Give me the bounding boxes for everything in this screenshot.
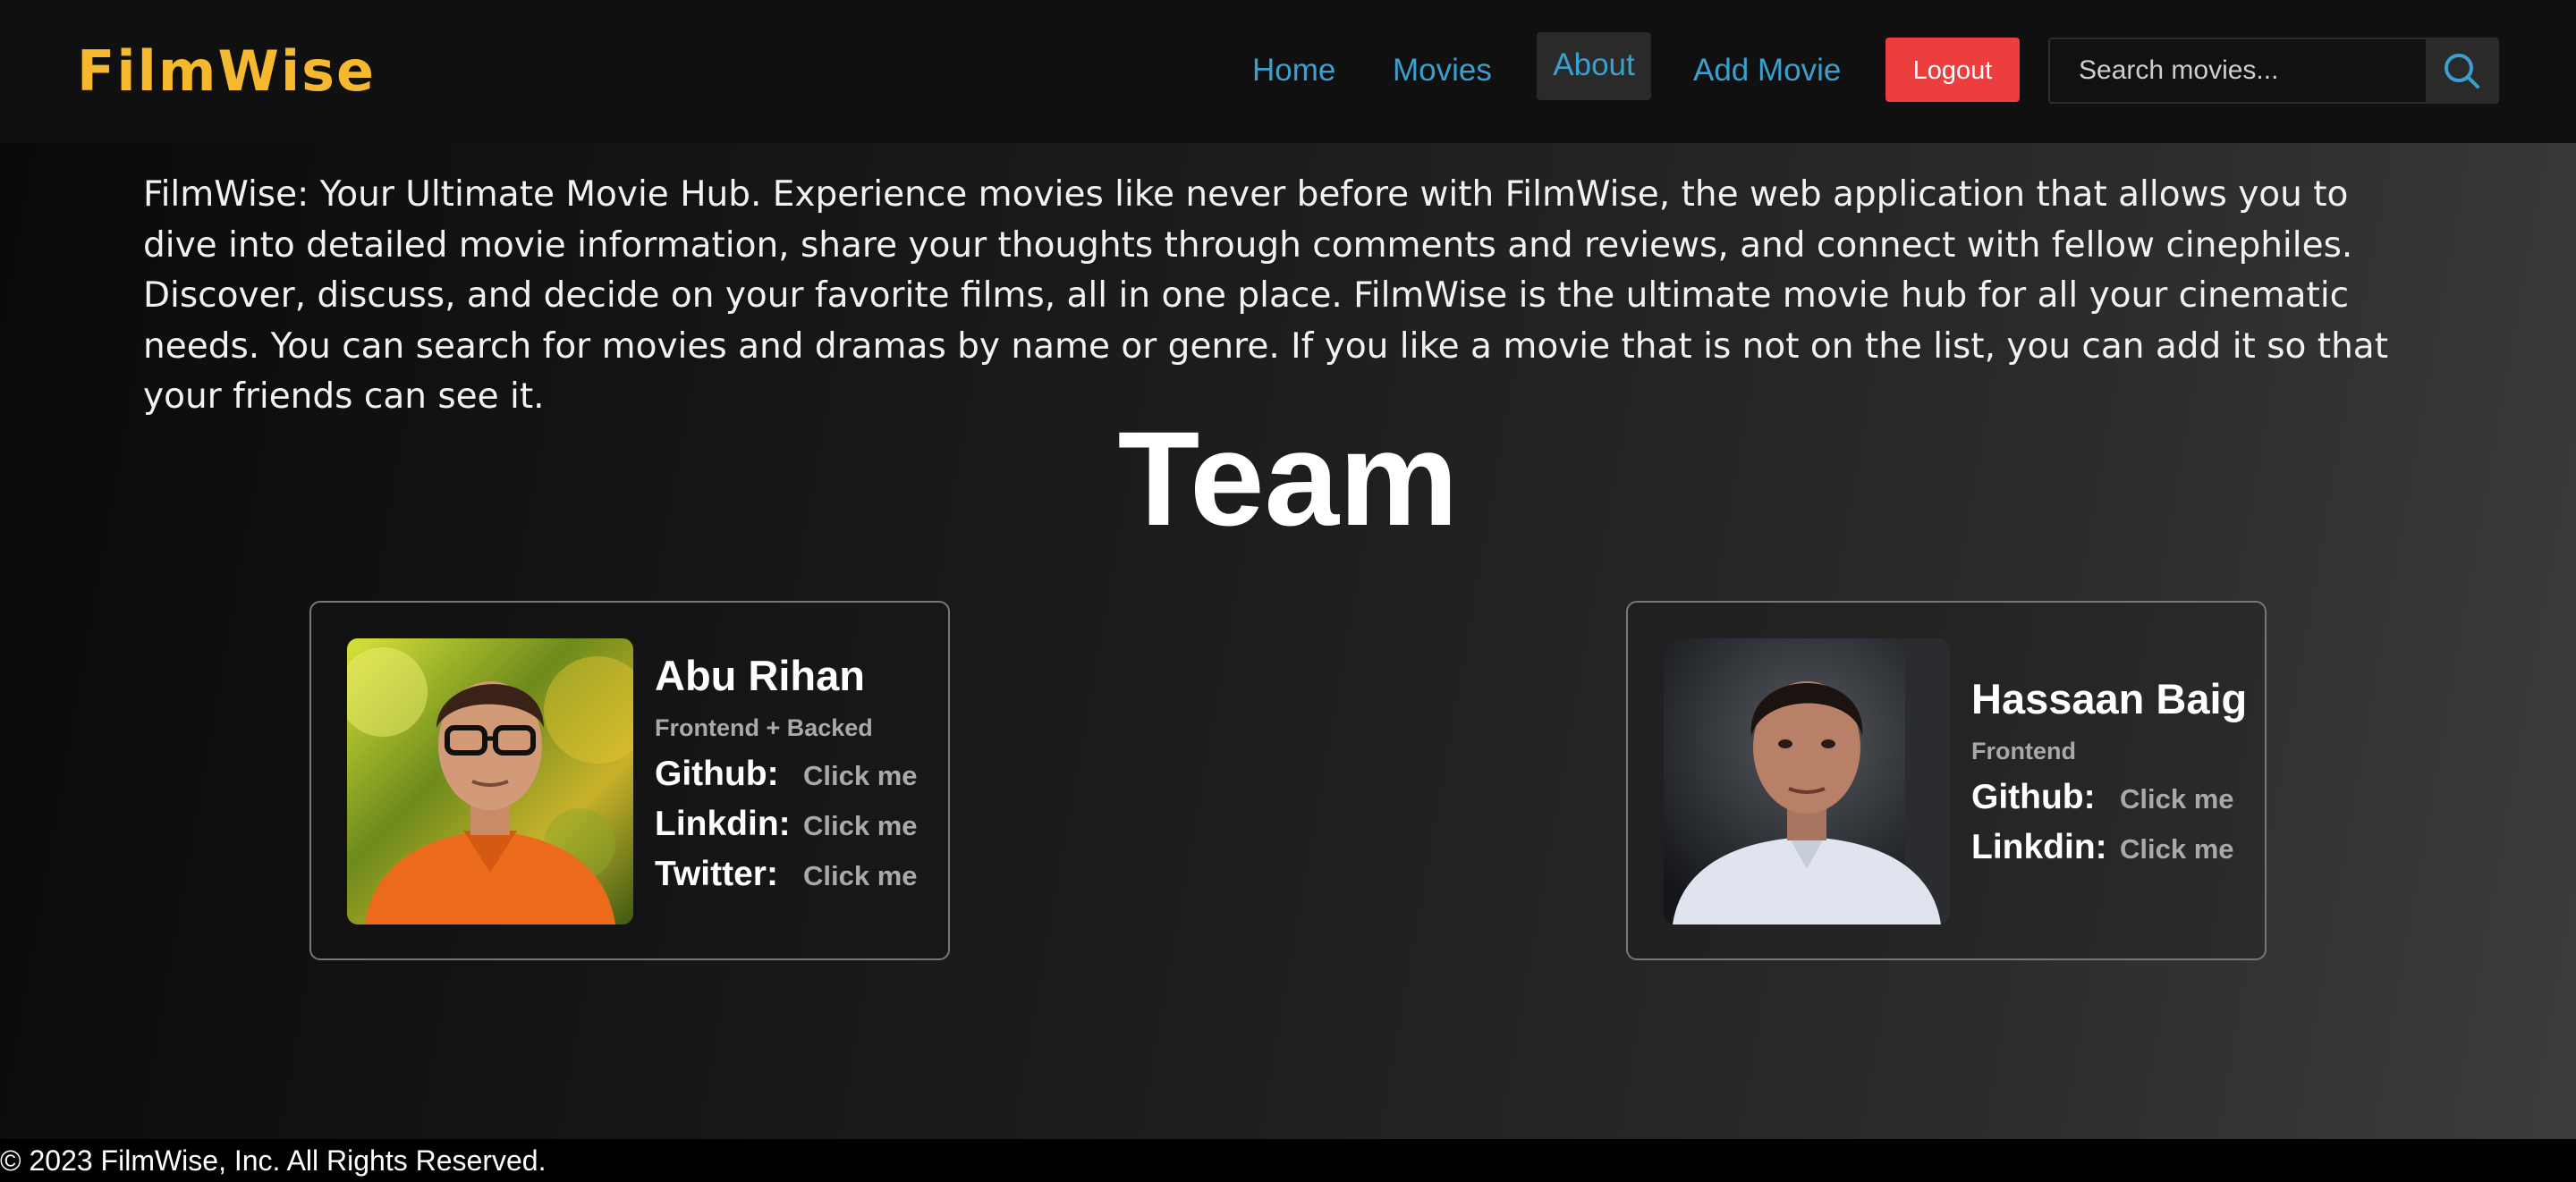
nav-home-link[interactable]: Home [1252, 46, 1335, 95]
nav-add-movie-link[interactable]: Add Movie [1693, 46, 1841, 95]
member-name: Abu Rihan [655, 652, 865, 699]
team-card-abu-rihan: Abu Rihan Frontend + Backed Github: Clic… [309, 601, 950, 960]
twitter-link[interactable]: Click me [803, 860, 918, 892]
search-input[interactable] [2050, 39, 2426, 102]
nav-movies-link[interactable]: Movies [1393, 46, 1492, 95]
intro-paragraph: FilmWise: Your Ultimate Movie Hub. Exper… [143, 174, 2388, 417]
about-main: FilmWise: Your Ultimate Movie Hub. Exper… [0, 143, 2576, 1139]
github-label: Github: [655, 755, 779, 793]
nav-about-link[interactable]: About [1537, 32, 1651, 100]
logout-button[interactable]: Logout [1885, 38, 2020, 102]
linkedin-row: Linkdin: Click me [1971, 828, 2258, 878]
copyright-text: © 2023 FilmWise, Inc. All Rights Reserve… [0, 1144, 547, 1177]
github-row: Github: Click me [655, 755, 941, 805]
linkedin-label: Linkdin: [1971, 828, 2107, 866]
member-role: Frontend [1971, 738, 2076, 764]
linkedin-link[interactable]: Click me [2120, 833, 2234, 865]
avatar-photo [347, 638, 633, 924]
member-name: Hassaan Baig [1971, 675, 2248, 722]
team-heading: Team [1117, 403, 1459, 553]
footer: © 2023 FilmWise, Inc. All Rights Reserve… [0, 1139, 2576, 1182]
search-bar [2048, 38, 2499, 104]
twitter-row: Twitter: Click me [655, 855, 941, 905]
github-link[interactable]: Click me [2120, 783, 2234, 815]
member-links: Github: Click me Linkdin: Click me [1971, 778, 2258, 878]
search-button[interactable] [2426, 39, 2497, 102]
member-info: Abu Rihan Frontend + Backed Github: Clic… [655, 649, 941, 905]
avatar-photo [1664, 638, 1950, 924]
linkedin-link[interactable]: Click me [803, 810, 918, 842]
page: FilmWise Home Movies About Add Movie Log… [0, 0, 2576, 1182]
github-label: Github: [1971, 778, 2096, 816]
member-role: Frontend + Backed [655, 714, 873, 741]
twitter-label: Twitter: [655, 855, 778, 893]
navbar: FilmWise Home Movies About Add Movie Log… [0, 0, 2576, 143]
brand-logo[interactable]: FilmWise [77, 36, 376, 107]
team-card-hassaan-baig: Hassaan Baig Frontend Github: Click me L… [1626, 601, 2267, 960]
linkedin-row: Linkdin: Click me [655, 805, 941, 855]
search-icon [2445, 54, 2479, 89]
member-links: Github: Click me Linkdin: Click me Twitt… [655, 755, 941, 905]
github-link[interactable]: Click me [803, 760, 918, 792]
github-row: Github: Click me [1971, 778, 2258, 828]
member-info: Hassaan Baig Frontend Github: Click me L… [1971, 672, 2258, 878]
linkedin-label: Linkdin: [655, 805, 791, 843]
